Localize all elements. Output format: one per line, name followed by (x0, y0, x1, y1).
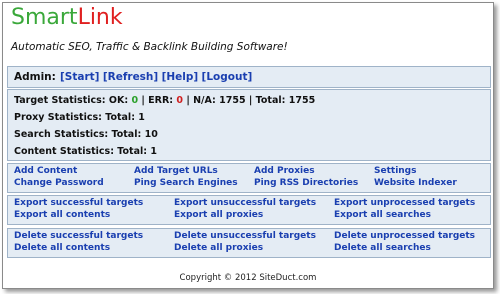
export-all-searches-link[interactable]: Export all searches (334, 210, 431, 220)
refresh-link[interactable]: [Refresh] (103, 71, 158, 83)
err-count: 0 (176, 95, 184, 106)
settings-link[interactable]: Settings (374, 166, 416, 176)
footer-copyright: Copyright © 2012 SiteDuct.com (179, 273, 317, 283)
export-all-contents-link[interactable]: Export all contents (14, 210, 110, 220)
logout-link[interactable]: [Logout] (202, 71, 253, 83)
export-all-proxies-link[interactable]: Export all proxies (174, 210, 263, 220)
help-link[interactable]: [Help] (162, 71, 199, 83)
add-proxies-link[interactable]: Add Proxies (254, 166, 315, 176)
tagline: Automatic SEO, Traffic & Backlink Buildi… (11, 41, 288, 53)
target-statistics-rest: | N/A: 1755 | Total: 1755 (186, 95, 316, 106)
logo-part-smart: Smart (11, 5, 78, 30)
delete-all-proxies-link[interactable]: Delete all proxies (174, 243, 263, 253)
app-frame: SmartLink Automatic SEO, Traffic & Backl… (2, 2, 494, 289)
delete-unprocessed-targets-link[interactable]: Delete unprocessed targets (334, 231, 475, 241)
content-statistics: Content Statistics: Total: 1 (14, 146, 157, 157)
export-successful-targets-link[interactable]: Export successful targets (14, 198, 143, 208)
export-unprocessed-targets-link[interactable]: Export unprocessed targets (334, 198, 475, 208)
ok-count: 0 (131, 95, 139, 106)
delete-all-searches-link[interactable]: Delete all searches (334, 243, 431, 253)
ping-rss-directories-link[interactable]: Ping RSS Directories (254, 178, 358, 188)
export-panel: Export successful targets Export all con… (7, 195, 491, 225)
start-link[interactable]: [Start] (60, 71, 99, 83)
add-target-urls-link[interactable]: Add Target URLs (134, 166, 218, 176)
delete-all-contents-link[interactable]: Delete all contents (14, 243, 110, 253)
export-unsuccessful-targets-link[interactable]: Export unsuccessful targets (174, 198, 316, 208)
delete-panel: Delete successful targets Delete all con… (7, 228, 491, 258)
proxy-statistics: Proxy Statistics: Total: 1 (14, 112, 145, 123)
target-statistics: Target Statistics: OK: 0 | ERR: 0 | N/A:… (14, 95, 315, 106)
err-label: | ERR: (141, 95, 174, 106)
target-statistics-label: Target Statistics: OK: (14, 95, 129, 106)
admin-bar: Admin: [Start] [Refresh] [Help] [Logout] (7, 66, 491, 88)
website-indexer-link[interactable]: Website Indexer (374, 178, 457, 188)
change-password-link[interactable]: Change Password (14, 178, 104, 188)
logo: SmartLink (11, 5, 123, 31)
delete-successful-targets-link[interactable]: Delete successful targets (14, 231, 143, 241)
admin-links: [Start] [Refresh] [Help] [Logout] (60, 67, 252, 87)
ping-search-engines-link[interactable]: Ping Search Engines (134, 178, 238, 188)
statistics-panel: Target Statistics: OK: 0 | ERR: 0 | N/A:… (7, 89, 491, 161)
search-statistics: Search Statistics: Total: 10 (14, 129, 158, 140)
add-content-link[interactable]: Add Content (14, 166, 77, 176)
menu-panel: Add Content Change Password Add Target U… (7, 163, 491, 193)
delete-unsuccessful-targets-link[interactable]: Delete unsuccessful targets (174, 231, 316, 241)
logo-part-link: Link (77, 5, 123, 30)
admin-label: Admin: (14, 71, 56, 83)
